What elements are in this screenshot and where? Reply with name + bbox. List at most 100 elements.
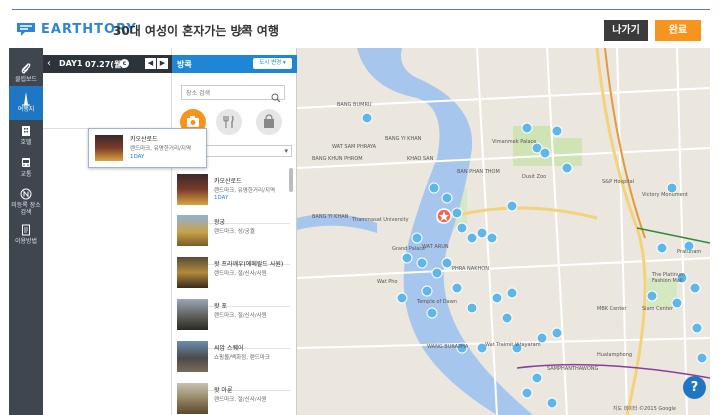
place-name: 카오산로드 [214, 178, 242, 185]
rail-item-clipboard[interactable]: 클립보드 [9, 56, 43, 86]
shopping-bag-icon [264, 114, 274, 128]
rail-item-guide[interactable]: 이용방법 [9, 220, 43, 250]
search-box[interactable] [181, 85, 285, 103]
city-name: 방콕 [177, 60, 192, 69]
place-tag: 1DAY [214, 195, 229, 201]
svg-text:Siam Center: Siam Center [642, 306, 674, 312]
place-category: 랜드마크, 성/궁궐 [214, 229, 255, 235]
svg-text:BANG KHUN PHROM: BANG KHUN PHROM [312, 156, 363, 162]
svg-text:S&P Hospital: S&P Hospital [602, 179, 634, 185]
prev-day-button[interactable]: ◀ [145, 58, 156, 69]
place-tag: 1DAY [130, 154, 145, 160]
rail-item-hotel[interactable]: 호텔 [9, 120, 43, 150]
rail-label: 미등록 장소검색 [11, 202, 41, 216]
search-icon[interactable] [271, 88, 281, 103]
place-thumbnail [177, 341, 208, 372]
svg-text:Fashion Mall: Fashion Mall [652, 278, 683, 284]
place-name: 왕궁 [214, 219, 226, 226]
place-name: 카오산로드 [130, 136, 158, 143]
svg-text:WAT SAM PHRAYA: WAT SAM PHRAYA [332, 144, 377, 150]
left-rail: 클립보드 여행지 호텔 교통 미등록 장소검색 이용방법 [9, 48, 43, 415]
done-button[interactable]: 완료 [655, 20, 701, 41]
place-thumbnail [177, 383, 208, 414]
guide-icon [20, 224, 32, 236]
day-label: DAY1 [59, 59, 83, 68]
place-thumbnail [177, 299, 208, 330]
place-category: 랜드마크, 유명한거리/지역 [130, 146, 192, 152]
n-circle-icon [20, 188, 32, 200]
place-name: 왓 포 [214, 303, 227, 310]
paperclip-icon [20, 62, 32, 74]
rail-label: 여행지 [17, 106, 35, 113]
svg-text:WANG BURAPHA: WANG BURAPHA [427, 344, 469, 350]
list-header: 방콕 도시 변경 ▾ [172, 55, 297, 73]
pencil-icon[interactable] [236, 22, 250, 36]
svg-text:Grand Palace: Grand Palace [392, 246, 425, 252]
header-rule [12, 9, 710, 10]
calendar-icon[interactable]: c [120, 59, 129, 68]
svg-text:MBK Center: MBK Center [597, 306, 627, 312]
svg-text:Thammasat University: Thammasat University [351, 217, 409, 223]
bus-icon [20, 157, 32, 169]
place-list-panel: 방콕 도시 변경 ▾ ▾ 카오산로드 랜드마크, 유명한거리/지역 1DAY [172, 48, 297, 415]
svg-text:BANG BUMRU: BANG BUMRU [337, 102, 372, 108]
map-canvas: BANG BUMRU BANG KHUN PHROM WAT SAM PHRAYA… [297, 48, 710, 415]
place-item[interactable]: 왓 아룬 랜드마크, 절/신사/사원 [177, 375, 290, 415]
category-shopping-button[interactable] [256, 109, 282, 135]
logo-mark-icon [16, 21, 36, 37]
svg-text:Hualamphong: Hualamphong [597, 352, 632, 358]
svg-text:BANG YI KHAN: BANG YI KHAN [385, 136, 422, 142]
map-view[interactable]: BANG BUMRU BANG KHUN PHROM WAT SAM PHRAYA… [297, 48, 710, 415]
rail-item-places[interactable]: 여행지 [9, 86, 43, 120]
back-chevron-icon[interactable]: ‹ [47, 58, 51, 70]
rail-item-transport[interactable]: 교통 [9, 152, 43, 182]
rail-label: 호텔 [20, 139, 32, 146]
svg-text:Vimanmek Palace: Vimanmek Palace [492, 139, 536, 145]
place-name: 씨암 스퀘어 [214, 345, 244, 352]
place-thumbnail [95, 135, 123, 161]
svg-text:PHRA NAKHON: PHRA NAKHON [452, 266, 489, 272]
place-category: 쇼핑몰/백화점, 랜드마크 [214, 355, 270, 361]
place-name: 왓 아룬 [214, 387, 233, 394]
next-day-button[interactable]: ▶ [157, 58, 168, 69]
change-city-label: 도시 변경 [259, 60, 282, 66]
svg-text:SAMPHANTHAWONG: SAMPHANTHAWONG [547, 366, 599, 372]
category-food-button[interactable] [216, 109, 242, 135]
rail-label: 교통 [20, 171, 32, 178]
svg-text:Dusit Zoo: Dusit Zoo [522, 174, 546, 180]
tower-icon [20, 92, 32, 106]
help-button[interactable]: ? [683, 376, 706, 399]
exit-button[interactable]: 나가기 [604, 20, 648, 41]
right-gutter [710, 48, 722, 415]
top-header: EARTHTORY 30대 여성이 혼자가는 방콕 여행 나가기 완료 [0, 0, 722, 48]
change-city-button[interactable]: 도시 변경 ▾ [253, 58, 292, 69]
search-input[interactable] [186, 88, 266, 98]
map-credit: 지도 데이터 ©2015 Google [612, 406, 676, 412]
svg-text:Wat Traimit Vitayaram: Wat Traimit Vitayaram [485, 342, 541, 348]
place-category: 랜드마크, 유명한거리/지역 [214, 188, 276, 194]
rail-label: 클립보드 [14, 76, 38, 83]
day-date[interactable]: 07.27(월) [85, 59, 125, 70]
chevron-down-icon: ▾ [284, 147, 288, 155]
place-name: 왓 프라깨우(에메랄드 사원) [214, 261, 284, 268]
svg-text:BANG YI KHAN: BANG YI KHAN [312, 214, 349, 220]
svg-text:Victory Monument: Victory Monument [642, 192, 688, 198]
place-thumbnail [177, 174, 208, 205]
place-category: 랜드마크, 절/신사/사원 [214, 271, 267, 277]
place-category: 랜드마크, 절/신사/사원 [214, 313, 267, 319]
list-scrollbar[interactable] [289, 168, 293, 192]
dragging-place-card[interactable]: 카오산로드 랜드마크, 유명한거리/지역 1DAY [88, 128, 207, 168]
place-category: 랜드마크, 절/신사/사원 [214, 397, 267, 403]
svg-text:Pratunam: Pratunam [677, 249, 701, 255]
rail-item-unregistered-search[interactable]: 미등록 장소검색 [9, 184, 43, 220]
svg-text:Wat Pho: Wat Pho [377, 279, 397, 285]
building-icon [20, 125, 32, 137]
svg-text:WAT ARUN: WAT ARUN [422, 244, 449, 250]
trip-title[interactable]: 30대 여성이 혼자가는 방콕 여행 [113, 22, 279, 39]
fork-knife-icon [223, 115, 234, 128]
app-window: EARTHTORY 30대 여성이 혼자가는 방콕 여행 나가기 완료 클립보드… [0, 0, 722, 415]
place-thumbnail [177, 257, 208, 288]
svg-text:KHAO SAN: KHAO SAN [407, 156, 434, 162]
place-thumbnail [177, 215, 208, 246]
day-panel: ‹ DAY1 07.27(월) c ◀ ▶ [43, 48, 172, 415]
